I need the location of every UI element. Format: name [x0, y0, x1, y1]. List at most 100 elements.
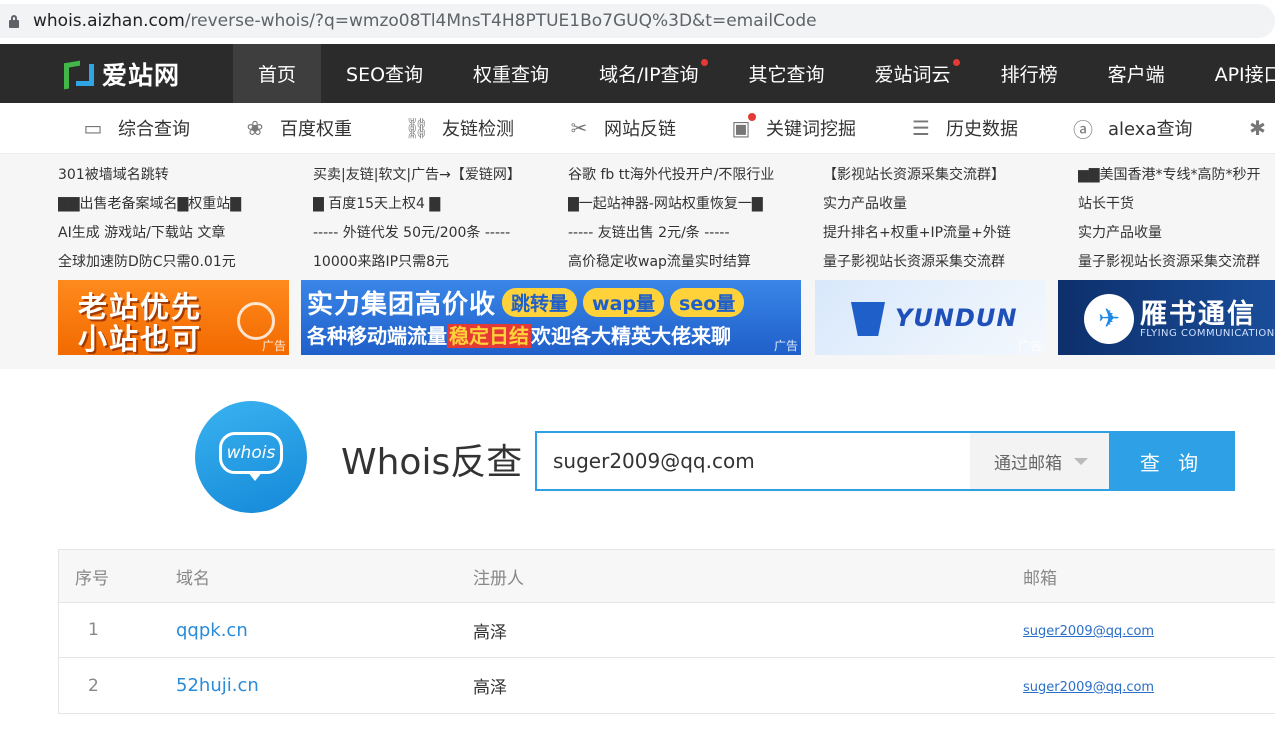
ad-link[interactable]: 实力产品收量	[1078, 222, 1275, 251]
nav-item-weight[interactable]: 权重查询	[448, 44, 574, 103]
table-row: 1 qqpk.cn 高泽 suger2009@qq.com	[59, 603, 1275, 658]
search-mode-select[interactable]: 通过邮箱	[970, 431, 1109, 491]
banner-subtext: FLYING COMMUNICATION	[1140, 328, 1275, 339]
tool-friendlink-check[interactable]: ⛓ 友链检测	[404, 115, 514, 141]
nav-item-wordcloud[interactable]: 爱站词云	[850, 44, 976, 103]
ad-label: 广告	[261, 339, 286, 353]
logo-text: 爱站网	[102, 61, 181, 90]
caret-down-icon	[1074, 457, 1088, 465]
top-nav: 爱站网 首页 SEO查询 权重查询 域名/IP查询 其它查询 爱站词云 排行榜 …	[0, 44, 1275, 103]
tool-history-data[interactable]: ☰ 历史数据	[908, 115, 1018, 141]
ad-banner[interactable]: ✈ 雁书通信 FLYING COMMUNICATION	[1058, 280, 1275, 355]
tool-backlinks[interactable]: ✂ 网站反链	[566, 115, 676, 141]
search-input[interactable]	[535, 431, 970, 491]
banner-text: 实力集团高价收	[307, 290, 497, 320]
results-table: 序号 域名 注册人 邮箱 1 qqpk.cn 高泽 suger2009@qq.c…	[58, 549, 1275, 714]
banner-text: YUNDUN	[895, 304, 1018, 332]
link-icon: ⛓	[404, 116, 430, 140]
nav-item-home[interactable]: 首页	[233, 44, 322, 103]
search-section: whois Whois反查 通过邮箱 查 询	[0, 369, 1275, 550]
tool-alexa[interactable]: ⓐ alexa查询	[1070, 115, 1192, 142]
chat-bubble-icon: whois	[219, 432, 283, 474]
column-header: 注册人	[473, 568, 524, 589]
tool-baidu-weight[interactable]: ❀ 百度权重	[242, 115, 352, 141]
ad-link[interactable]: ----- 外链代发 50元/200条 -----	[313, 222, 568, 251]
ad-link[interactable]: 买卖|友链|软文|广告→【爱链网】	[313, 164, 568, 193]
url-text[interactable]: whois.aizhan.com/reverse-whois/?q=wmzo08…	[33, 11, 817, 31]
keyword-icon: ▣	[728, 113, 756, 140]
banner-pill: 跳转量	[502, 288, 578, 317]
alexa-icon: ⓐ	[1073, 117, 1093, 142]
domain-link[interactable]: qqpk.cn	[176, 620, 248, 641]
page-title: Whois反查	[341, 442, 523, 483]
ad-link[interactable]: 全球加速防D防C只需0.01元	[58, 251, 313, 280]
nav-item-other[interactable]: 其它查询	[724, 44, 850, 103]
site-logo[interactable]: 爱站网	[64, 56, 180, 92]
search-form: 通过邮箱 查 询	[535, 431, 1235, 491]
ad-area: 301被墙域名跳转 买卖|友链|软文|广告→【爱链网】 谷歌 fb tt海外代投…	[0, 154, 1275, 369]
pointer-icon	[237, 302, 275, 340]
nav-menu: 首页 SEO查询 权重查询 域名/IP查询 其它查询 爱站词云 排行榜 客户端 …	[233, 44, 1275, 103]
ad-link[interactable]: 量子影视站长资源采集交流群	[823, 251, 1078, 280]
banner-text: 各种移动端流量 稳定日结 欢迎各大精英大佬来聊	[307, 324, 731, 348]
url-field[interactable]: whois.aizhan.com/reverse-whois/?q=wmzo08…	[0, 4, 1275, 38]
banner-pill: seo量	[670, 288, 745, 317]
row-number: 1	[88, 620, 99, 640]
database-icon: ☰	[912, 116, 930, 140]
ad-link[interactable]: ▇▇出售老备案域名▇权重站▇	[58, 193, 313, 222]
nav-item-client[interactable]: 客户端	[1083, 44, 1190, 103]
column-header: 邮箱	[1023, 568, 1057, 589]
ad-label: 广告	[773, 339, 798, 353]
email-link[interactable]: suger2009@qq.com	[1023, 624, 1154, 639]
logo-icon	[64, 58, 96, 90]
domain-link[interactable]: 52huji.cn	[176, 675, 259, 696]
column-header: 域名	[176, 568, 210, 589]
paw-icon: ❀	[246, 116, 264, 140]
registrant: 高泽	[473, 678, 507, 698]
ad-banner[interactable]: 实力集团高价收 跳转量 wap量 seo量 各种移动端流量 稳定日结 欢迎各大精英大…	[301, 280, 801, 355]
banner-text: 雁书通信	[1140, 299, 1256, 330]
row-number: 2	[88, 675, 99, 696]
banner-pill: wap量	[583, 288, 665, 317]
yundun-logo-icon	[851, 302, 885, 336]
ad-link[interactable]: 谷歌 fb tt海外代投开户/不限行业	[568, 164, 823, 193]
ad-link[interactable]: ▇一起站神器-网站权重恢复一▇	[568, 193, 823, 222]
ad-link[interactable]: 10000来路IP只需8元	[313, 251, 568, 280]
notification-dot	[748, 113, 756, 121]
ad-link[interactable]: 【影视站长资源采集交流群】	[823, 164, 1078, 193]
tool-overall-query[interactable]: ▭ 综合查询	[80, 115, 190, 141]
ad-banner[interactable]: 老站优先 小站也可 广告	[58, 280, 289, 355]
ad-link[interactable]: ----- 友链出售 2元/条 -----	[568, 222, 823, 251]
chart-icon: ▭	[83, 116, 103, 140]
tool-simulate[interactable]: ✱模拟	[1244, 115, 1275, 141]
nav-item-seo[interactable]: SEO查询	[321, 44, 448, 103]
tool-keyword-mining[interactable]: ▣ 关键词挖掘	[728, 113, 856, 141]
ad-link[interactable]: ▆▇美国香港*专线*高防*秒开	[1078, 164, 1275, 193]
ad-text-links: 301被墙域名跳转 买卖|友链|软文|广告→【爱链网】 谷歌 fb tt海外代投…	[58, 164, 1275, 280]
ad-link[interactable]: 301被墙域名跳转	[58, 164, 313, 193]
browser-address-bar: whois.aizhan.com/reverse-whois/?q=wmzo08…	[0, 0, 1275, 44]
search-button[interactable]: 查 询	[1109, 431, 1235, 491]
notification-dot	[700, 59, 708, 66]
ad-link[interactable]: 提升排名+权重+IP流量+外链	[823, 222, 1078, 251]
ad-banner[interactable]: YUNDUN 广告	[815, 280, 1045, 355]
column-header: 序号	[75, 568, 109, 589]
email-link[interactable]: suger2009@qq.com	[1023, 680, 1154, 695]
ad-link[interactable]: 高价稳定收wap流量实时结算	[568, 251, 823, 280]
lock-icon[interactable]	[9, 14, 19, 28]
nav-item-rank[interactable]: 排行榜	[976, 44, 1083, 103]
table-header: 序号 域名 注册人 邮箱	[59, 550, 1275, 603]
table-row: 2 52huji.cn 高泽 suger2009@qq.com	[59, 658, 1275, 713]
nav-item-domain-ip[interactable]: 域名/IP查询	[574, 44, 723, 103]
ad-link[interactable]: 量子影视站长资源采集交流群	[1078, 251, 1275, 280]
banner-text: 小站也可	[78, 322, 203, 355]
spider-icon: ✱	[1249, 116, 1266, 140]
whois-logo: whois	[195, 401, 307, 513]
ad-label: 广告	[1017, 339, 1042, 353]
notification-dot	[952, 59, 960, 66]
ad-link[interactable]: ▇ 百度15天上权4 ▇	[313, 193, 568, 222]
nav-item-api[interactable]: API接口	[1190, 44, 1275, 103]
ad-link[interactable]: 站长干货	[1078, 193, 1275, 222]
ad-link[interactable]: 实力产品收量	[823, 193, 1078, 222]
ad-link[interactable]: AI生成 游戏站/下载站 文章	[58, 222, 313, 251]
